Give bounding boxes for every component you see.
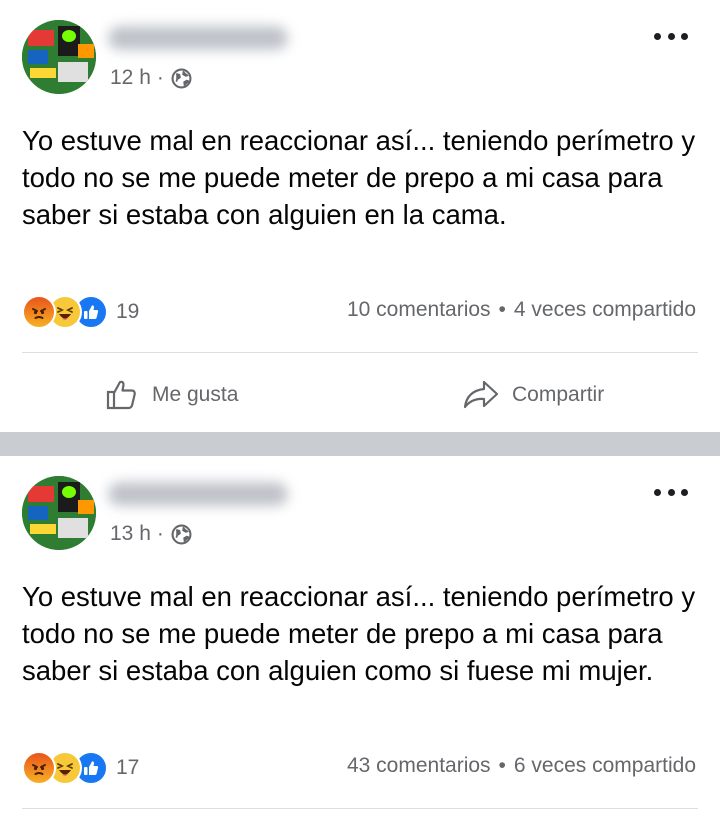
divider [22,808,698,809]
more-dot-icon [667,488,675,496]
angry-reaction-icon [22,295,56,329]
more-options-button[interactable] [654,482,688,502]
post-text: Yo estuve mal en reaccionar así... tenie… [22,125,696,230]
like-button[interactable]: Me gusta [104,362,238,428]
post-text: Yo estuve mal en reaccionar así... tenie… [22,581,696,686]
globe-icon [171,524,192,544]
author-name-blurred[interactable] [108,482,288,506]
avatar[interactable] [22,476,96,550]
more-dot-icon [654,488,661,496]
like-button-label: Me gusta [152,383,239,406]
more-dot-icon [681,488,688,496]
meta-separator: · [156,66,164,89]
post-stats: 10 comentarios • 4 veces compartido [347,298,696,322]
reactions-summary[interactable]: 19 [22,294,139,330]
more-dot-icon [681,32,688,40]
divider [22,352,698,353]
more-dot-icon [667,32,675,40]
post-actions: Me gusta Compartir [0,362,720,428]
post-stats: 43 comentarios • 6 veces compartido [347,754,696,778]
stats-bullet: • [498,754,506,777]
post-meta: 12 h · [110,64,192,92]
share-button-label: Compartir [512,383,605,406]
comments-count-link[interactable]: 43 comentarios [347,754,491,778]
avatar[interactable] [22,20,96,94]
post-meta: 13 h · [110,520,192,548]
post-time[interactable]: 13 h [110,522,151,546]
post-card: 12 h · Yo estuve mal en reaccionar así..… [0,0,720,432]
globe-icon [171,68,192,88]
meta-separator: · [156,522,164,545]
stats-bullet: • [498,298,506,321]
comments-count-link[interactable]: 10 comentarios [347,298,491,322]
reaction-count: 19 [116,300,140,323]
post-card: 13 h · Yo estuve mal en reaccionar así..… [0,456,720,816]
angry-reaction-icon [22,751,56,785]
more-dot-icon [654,32,661,40]
thumbs-up-icon [106,380,136,410]
post-time[interactable]: 12 h [110,66,151,90]
reactions-summary[interactable]: 17 [22,750,139,786]
more-options-button[interactable] [654,26,688,46]
share-arrow-icon [463,380,499,409]
shares-count-link[interactable]: 6 veces compartido [514,754,696,778]
author-name-blurred[interactable] [108,26,288,50]
share-button[interactable]: Compartir [462,362,604,428]
feed-separator [0,432,720,456]
reaction-count: 17 [116,756,140,779]
shares-count-link[interactable]: 4 veces compartido [514,298,696,322]
